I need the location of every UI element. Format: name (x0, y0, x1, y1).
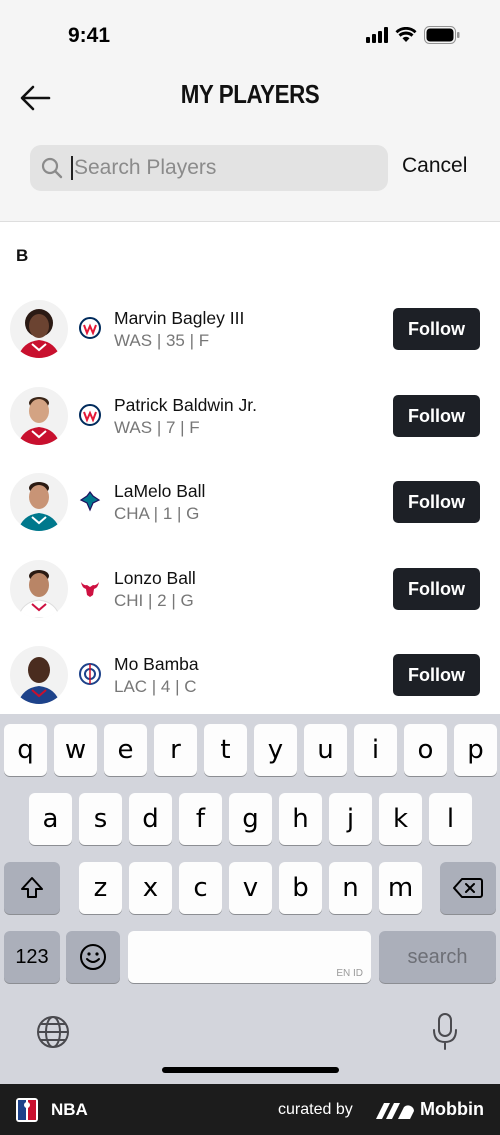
key-v[interactable]: v (229, 862, 272, 914)
key-j[interactable]: j (329, 793, 372, 845)
key-w[interactable]: w (54, 724, 97, 776)
player-avatar (10, 560, 68, 618)
emoji-icon (80, 944, 106, 970)
cancel-button[interactable]: Cancel (402, 154, 467, 178)
key-h[interactable]: h (279, 793, 322, 845)
space-key[interactable]: EN ID (128, 931, 371, 983)
player-avatar (10, 387, 68, 445)
keyboard: q w e r t y u i o p a s d f g h j k l z … (0, 714, 500, 1084)
app-name: NBA (51, 1100, 88, 1119)
player-row[interactable]: Marvin Bagley III WAS | 35 | F Follow (0, 300, 500, 386)
key-u[interactable]: u (304, 724, 347, 776)
mobbin-label: Mobbin (420, 1099, 484, 1119)
key-l[interactable]: l (429, 793, 472, 845)
search-input[interactable] (74, 156, 354, 180)
numbers-key[interactable]: 123 (4, 931, 60, 983)
key-y[interactable]: y (254, 724, 297, 776)
key-b[interactable]: b (279, 862, 322, 914)
player-row[interactable]: Lonzo Ball CHI | 2 | G Follow (0, 560, 500, 646)
shift-key[interactable] (4, 862, 60, 914)
player-row[interactable]: Patrick Baldwin Jr. WAS | 7 | F Follow (0, 387, 500, 473)
search-bar[interactable] (30, 145, 388, 191)
player-meta: CHA | 1 | G (114, 504, 200, 523)
shift-icon (21, 877, 43, 898)
player-avatar (10, 646, 68, 704)
follow-button[interactable]: Follow (393, 395, 480, 437)
player-avatar (10, 300, 68, 358)
bulls-logo-icon (79, 577, 101, 599)
nba-logo-icon (16, 1098, 38, 1122)
key-i[interactable]: i (354, 724, 397, 776)
key-m[interactable]: m (379, 862, 422, 914)
page-title: MY PLAYERS (180, 79, 320, 109)
follow-button[interactable]: Follow (393, 654, 480, 696)
key-c[interactable]: c (179, 862, 222, 914)
cellular-signal-icon (366, 27, 388, 43)
key-d[interactable]: d (129, 793, 172, 845)
home-indicator (162, 1067, 339, 1073)
wizards-logo-icon (79, 317, 101, 339)
player-name: LaMelo Ball (114, 481, 206, 501)
key-x[interactable]: x (129, 862, 172, 914)
key-f[interactable]: f (179, 793, 222, 845)
follow-button[interactable]: Follow (393, 308, 480, 350)
player-name: Patrick Baldwin Jr. (114, 395, 257, 415)
wifi-icon (395, 27, 417, 42)
clippers-logo-icon (79, 663, 101, 685)
backspace-key[interactable] (440, 862, 496, 914)
player-name: Mo Bamba (114, 654, 199, 674)
section-header-letter: B (16, 246, 29, 265)
search-icon (41, 157, 63, 179)
key-e[interactable]: e (104, 724, 147, 776)
space-language-hint: EN ID (336, 968, 363, 979)
text-caret (71, 156, 73, 180)
battery-icon (424, 26, 460, 44)
key-o[interactable]: o (404, 724, 447, 776)
mobbin-logo-icon (376, 1102, 414, 1119)
player-name: Marvin Bagley III (114, 308, 245, 328)
player-meta: LAC | 4 | C (114, 677, 197, 696)
key-q[interactable]: q (4, 724, 47, 776)
top-bar: 9:41 MY PLAYERS Cancel (0, 0, 500, 222)
footer-bar: NBA curated by Mobbin (0, 1084, 500, 1135)
key-t[interactable]: t (204, 724, 247, 776)
player-name: Lonzo Ball (114, 568, 196, 588)
key-z[interactable]: z (79, 862, 122, 914)
globe-icon[interactable] (35, 1014, 71, 1055)
mobbin-brand: Mobbin (376, 1099, 484, 1120)
key-k[interactable]: k (379, 793, 422, 845)
key-s[interactable]: s (79, 793, 122, 845)
backspace-icon (453, 878, 483, 898)
microphone-icon[interactable] (430, 1012, 460, 1057)
key-n[interactable]: n (329, 862, 372, 914)
player-avatar (10, 473, 68, 531)
key-p[interactable]: p (454, 724, 497, 776)
emoji-key[interactable] (66, 931, 120, 983)
follow-button[interactable]: Follow (393, 568, 480, 610)
player-meta: WAS | 7 | F (114, 418, 200, 437)
status-time: 9:41 (68, 24, 111, 47)
curated-by-label: curated by (278, 1101, 353, 1118)
follow-button[interactable]: Follow (393, 481, 480, 523)
key-a[interactable]: a (29, 793, 72, 845)
player-meta: CHI | 2 | G (114, 591, 194, 610)
hornets-logo-icon (79, 490, 101, 512)
player-meta: WAS | 35 | F (114, 331, 210, 350)
search-return-key[interactable]: search (379, 931, 496, 983)
key-g[interactable]: g (229, 793, 272, 845)
wizards-logo-icon (79, 404, 101, 426)
key-r[interactable]: r (154, 724, 197, 776)
player-row[interactable]: LaMelo Ball CHA | 1 | G Follow (0, 473, 500, 559)
status-icons (366, 26, 460, 44)
